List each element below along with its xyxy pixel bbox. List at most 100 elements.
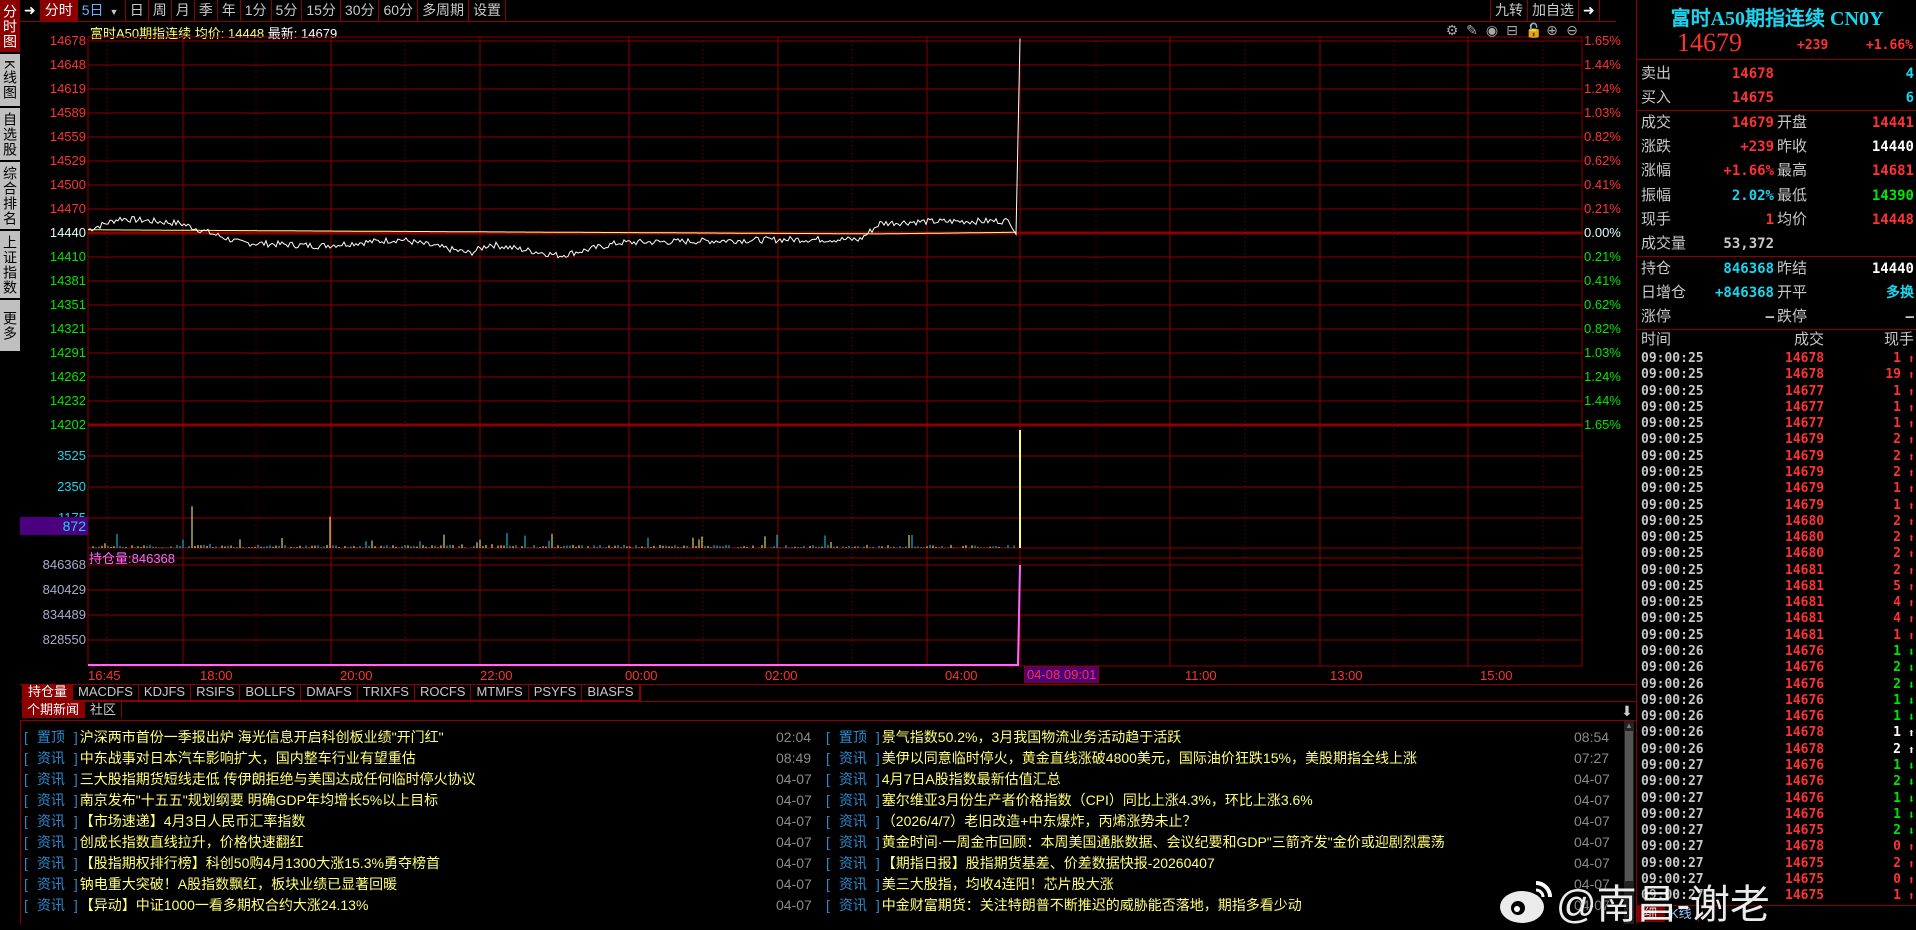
time-tick: 02:00 xyxy=(765,668,798,683)
scroll-up-icon[interactable]: ▲ xyxy=(1624,721,1634,731)
side-tab-3[interactable]: 综合排名 xyxy=(0,162,20,231)
oi-label: 持仓量: xyxy=(89,551,132,566)
oi-tick: 834489 xyxy=(42,607,86,622)
gear-icon[interactable]: ⚙ xyxy=(1445,23,1459,37)
indicator-tab-6[interactable]: TRIXFS xyxy=(358,684,415,700)
news-item[interactable]: [资讯] 【期指日报】股指期货基差、价差数据快报-20260407 xyxy=(826,853,1215,874)
arrow-up-icon: ⬆ xyxy=(1907,840,1915,855)
indicator-tab-0[interactable]: 持仓量 xyxy=(23,684,74,700)
side-tab-1[interactable]: K线图 xyxy=(0,54,20,108)
news-item[interactable]: [资讯] 【异动】中证1000一看多期权合约大涨24.13% xyxy=(24,895,368,916)
trade-volume: 1 xyxy=(1893,758,1901,773)
tab-detail[interactable]: 细 xyxy=(1637,906,1665,922)
pct-tick: 0.21% xyxy=(1584,201,1621,216)
zoom-out-icon[interactable]: ⊖ xyxy=(1565,23,1579,37)
download-icon[interactable]: ⬇ xyxy=(1620,704,1634,718)
news-item[interactable]: [资讯] 钠电重大突破！A股指数飘红，板块业绩已显著回暖 xyxy=(24,874,397,895)
eye-icon[interactable]: ◉ xyxy=(1485,23,1499,37)
quote-value: 14681 xyxy=(1871,163,1914,180)
news-tab-0[interactable]: 个期新闻 xyxy=(22,702,86,718)
price-tick: 14529 xyxy=(49,153,86,168)
news-item[interactable]: [资讯] 南京发布"十五五"规划纲要 明确GDP年均增长5%以上目标 xyxy=(24,790,438,811)
news-item[interactable]: [置顶] 沪深两市首份一季报出炉 海光信息开启科创板业绩"开门红" xyxy=(24,727,444,748)
news-item[interactable]: [资讯] 黄金时间·一周金市回顾：本周美国通胀数据、会议纪要和GDP"三箭齐发"金… xyxy=(826,832,1445,853)
price-tick: 14470 xyxy=(49,201,86,216)
toolbox-icon[interactable]: ⊟ xyxy=(1505,23,1519,37)
arrow-down-icon: ⬇ xyxy=(1907,775,1915,790)
arrow-up-icon: ⬆ xyxy=(1907,433,1915,448)
trade-volume: 1 xyxy=(1893,351,1901,366)
news-item[interactable]: [资讯] 中金财富期货：关注特朗普不断推迟的威胁能否落地，期指多看少动 xyxy=(826,895,1302,916)
indicator-tab-8[interactable]: MTMFS xyxy=(471,684,529,700)
news-title: 中金财富期货：关注特朗普不断推迟的威胁能否落地，期指多看少动 xyxy=(881,897,1302,913)
news-item[interactable]: [资讯] 三大股指期货短线走低 传伊朗拒绝与美国达成任何临时停火协议 xyxy=(24,769,476,790)
price-tick: 14619 xyxy=(49,81,86,96)
scroll-thumb[interactable] xyxy=(1625,731,1633,881)
news-tab-1[interactable]: 社区 xyxy=(85,702,123,718)
arrow-up-icon: ⬆ xyxy=(1907,368,1915,383)
lock-icon[interactable]: 🔓 xyxy=(1525,23,1542,37)
quote-value: +239 xyxy=(1740,139,1774,156)
side-tab-0[interactable]: 分时图 xyxy=(0,0,20,54)
trade-time: 09:00:25 xyxy=(1641,562,1704,578)
trade-row: 09:00:25 14677 1 ⬆ xyxy=(1637,416,1916,432)
news-item[interactable]: [资讯] 美伊以同意临时停火，黄金直线涨破4800美元，国际油价狂跌15%，美股期… xyxy=(826,748,1417,769)
intraday-chart[interactable] xyxy=(0,0,1636,690)
bracket: ] xyxy=(73,750,78,766)
arrow-up-icon: ⬆ xyxy=(1907,417,1915,432)
arrow-up-icon: ⬆ xyxy=(1907,889,1915,904)
trade-time: 09:00:25 xyxy=(1641,351,1704,366)
side-tab-5[interactable]: 更多 xyxy=(0,300,20,353)
indicator-tab-7[interactable]: ROCFS xyxy=(415,684,472,700)
trade-price: 14678 xyxy=(1785,351,1825,366)
indicator-tab-2[interactable]: KDJFS xyxy=(139,684,192,700)
news-item[interactable]: [资讯] 【股指期权排行榜】科创50购4月1300大涨15.3%勇夺榜首 xyxy=(24,853,440,874)
arrow-up-icon: ⬆ xyxy=(1907,612,1915,627)
indicator-tab-1[interactable]: MACDFS xyxy=(73,684,139,700)
side-tab-4[interactable]: 上证指数 xyxy=(0,231,20,300)
indicator-tab-3[interactable]: RSIFS xyxy=(191,684,241,700)
trade-time: 09:00:27 xyxy=(1641,855,1704,871)
trade-volume: 2 xyxy=(1893,530,1901,546)
news-scrollbar[interactable]: ▲ xyxy=(1624,721,1634,924)
news-title: 中东战事对日本汽车影响扩大，国内整车行业有望重估 xyxy=(79,750,416,766)
bracket: ] xyxy=(875,876,880,892)
trade-price: 14676 xyxy=(1785,758,1825,773)
news-item[interactable]: [资讯] 美三大股指，均收4连阳！芯片股大涨 xyxy=(826,874,1114,895)
indicator-tab-9[interactable]: PSYFS xyxy=(529,684,583,700)
news-time: 04-07 xyxy=(1574,813,1610,829)
news-item[interactable]: [资讯] （2026/4/7）老旧改造+中东爆炸，丙烯涨势未止？ xyxy=(826,811,1196,832)
news-item[interactable]: [资讯] 塞尔维亚3月份生产者价格指数（CPI）同比上涨4.3%，环比上涨3.6% xyxy=(826,790,1313,811)
price-tick: 14291 xyxy=(49,345,86,360)
news-item[interactable]: [资讯] 【市场速递】4月3日人民币汇率指数 xyxy=(24,811,305,832)
zoom-in-icon[interactable]: ⊕ xyxy=(1545,23,1559,37)
indicator-tab-5[interactable]: DMAFS xyxy=(301,684,358,700)
arrow-down-icon: ⬇ xyxy=(1907,824,1915,839)
news-title: 景气指数50.2%，3月我国物流业务活动趋于活跃 xyxy=(881,729,1182,745)
quote-label: 跌停 xyxy=(1777,308,1808,326)
news-title: 黄金时间·一周金市回顾：本周美国通胀数据、会议纪要和GDP"三箭齐发"金价或迎剧… xyxy=(881,834,1445,850)
trade-row: 09:00:25 14679 1 ⬆ xyxy=(1637,481,1916,497)
quote-change: +239 xyxy=(1797,38,1829,53)
pct-tick: 0.82% xyxy=(1584,321,1621,336)
time-tick: 00:00 xyxy=(625,668,658,683)
bracket: ] xyxy=(875,834,880,850)
news-item[interactable]: [资讯] 中东战事对日本汽车影响扩大，国内整车行业有望重估 xyxy=(24,748,416,769)
news-item[interactable]: [资讯] 创成长指数直线拉升，价格快速翻红 xyxy=(24,832,304,853)
bracket: ] xyxy=(875,855,880,871)
trade-row: 09:00:26 14678 1 ⬆ xyxy=(1637,725,1916,741)
news-item[interactable]: [资讯] 4月7日A股指数最新估值汇总 xyxy=(826,769,1061,790)
indicator-tab-10[interactable]: BIASFS xyxy=(582,684,640,700)
pen-icon[interactable]: ✎ xyxy=(1465,23,1479,37)
trade-volume: 1 xyxy=(1893,383,1901,399)
trade-volume: 2 xyxy=(1893,676,1901,692)
ask-volume: 4 xyxy=(1905,66,1914,82)
quote-label: 昨收 xyxy=(1777,138,1808,156)
tab-kline[interactable]: K线 xyxy=(1665,906,1699,922)
side-tab-2[interactable]: 自选股 xyxy=(0,108,20,162)
trade-price: 14676 xyxy=(1785,676,1825,692)
news-item[interactable]: [置顶] 景气指数50.2%，3月我国物流业务活动趋于活跃 xyxy=(826,727,1181,748)
indicator-tab-4[interactable]: BOLLFS xyxy=(240,684,302,700)
news-time: 04-07 xyxy=(776,834,812,850)
quote-value: 846368 xyxy=(1723,261,1774,277)
